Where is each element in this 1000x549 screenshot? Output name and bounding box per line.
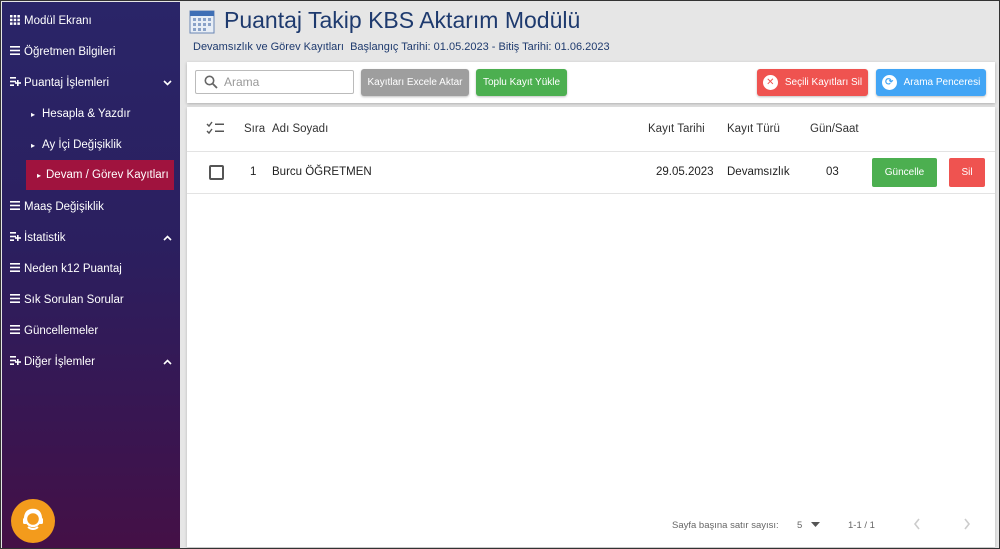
page-subtitle: Devamsızlık ve Görev Kayıtları Başlangıç… <box>193 41 610 53</box>
divider <box>187 151 995 152</box>
sidebar-item-label: Öğretmen Bilgileri <box>24 46 116 58</box>
sidebar-item-neden-k12[interactable]: Neden k12 Puantaj <box>2 254 180 284</box>
list-icon <box>8 325 22 337</box>
select-all-icon[interactable] <box>206 121 224 138</box>
toolbar: Kayıtları Excele Aktar Toplu Kayıt Yükle… <box>187 62 995 103</box>
rows-per-page-value: 5 <box>797 520 803 531</box>
playlist-icon <box>8 356 22 368</box>
page-title: Puantaj Takip KBS Aktarım Modülü <box>224 7 581 33</box>
list-icon <box>8 294 22 306</box>
sidebar-item-label: Ay İçi Değişiklik <box>42 139 122 151</box>
delete-selected-button[interactable]: ✕ Seçili Kayıtları Sil <box>757 69 868 96</box>
sidebar-item-label: Puantaj İşlemleri <box>24 77 110 89</box>
search-field[interactable] <box>195 70 354 94</box>
sidebar-item-puantaj-islemleri[interactable]: Puantaj İşlemleri <box>2 68 180 98</box>
sidebar-item-label: Devam / Görev Kayıtları <box>46 169 169 181</box>
sidebar-item-label: Güncellemeler <box>24 325 99 337</box>
column-header-sira[interactable]: Sıra <box>244 123 265 135</box>
sidebar-item-label: Maaş Değişiklik <box>24 201 104 213</box>
table-footer: Sayfa başına satır sayısı: 5 1-1 / 1 <box>187 507 995 543</box>
list-icon <box>8 263 22 275</box>
playlist-icon <box>8 232 22 244</box>
chevron-up-icon <box>163 233 172 244</box>
sidebar-item-ogretmen-bilgileri[interactable]: Öğretmen Bilgileri <box>2 37 180 67</box>
sidebar-item-ay-ici-degisiklik[interactable]: ▸ Ay İçi Değişiklik <box>2 130 180 160</box>
sidebar: Modül Ekranı Öğretmen Bilgileri Puantaj … <box>2 2 180 548</box>
triangle-right-icon: ▸ <box>36 170 41 180</box>
update-label: Güncelle <box>884 167 925 178</box>
column-header-kayit-tarihi[interactable]: Kayıt Tarihi <box>648 123 705 135</box>
column-header-kayit-turu[interactable]: Kayıt Türü <box>727 123 780 135</box>
sidebar-item-diger-islemler[interactable]: Diğer İşlemler <box>2 347 180 377</box>
cell-kayit-tarihi: 29.05.2023 <box>656 166 714 178</box>
close-circle-icon: ✕ <box>762 75 778 90</box>
support-button[interactable] <box>11 499 55 543</box>
triangle-right-icon: ▸ <box>30 109 35 119</box>
rows-per-page-select[interactable]: 5 <box>797 520 820 531</box>
sidebar-item-label: Modül Ekranı <box>24 15 92 27</box>
cell-kayit-turu: Devamsızlık <box>727 166 790 178</box>
chevron-down-icon <box>163 78 172 89</box>
prev-page-icon[interactable] <box>913 518 921 533</box>
records-table: Sıra Adı Soyadı Kayıt Tarihi Kayıt Türü … <box>187 107 995 547</box>
sidebar-item-maas-degisiklik[interactable]: Maaş Değişiklik <box>2 192 180 222</box>
next-page-icon[interactable] <box>963 518 971 533</box>
column-header-gun-saat[interactable]: Gün/Saat <box>810 123 859 135</box>
delete-selected-label: Seçili Kayıtları Sil <box>784 77 863 88</box>
dropdown-arrow-icon <box>810 520 820 531</box>
update-button[interactable]: Güncelle <box>872 158 937 187</box>
sidebar-item-hesapla-yazdir[interactable]: ▸ Hesapla & Yazdır <box>2 99 180 129</box>
support-agent-icon <box>20 506 46 537</box>
divider <box>187 193 995 194</box>
sidebar-item-sss[interactable]: Sık Sorulan Sorular <box>2 285 180 315</box>
chevron-up-icon <box>163 357 172 368</box>
delete-row-button[interactable]: Sil <box>949 158 985 187</box>
search-window-button[interactable]: ⟳ Arama Penceresi <box>876 69 986 96</box>
delete-label: Sil <box>961 167 973 178</box>
bulk-upload-label: Toplu Kayıt Yükle <box>482 77 561 88</box>
cell-gun-saat: 03 <box>826 166 839 178</box>
search-window-label: Arama Penceresi <box>903 77 981 88</box>
rows-per-page-label: Sayfa başına satır sayısı: <box>672 520 779 531</box>
playlist-icon <box>8 77 22 89</box>
triangle-right-icon: ▸ <box>30 140 35 150</box>
sidebar-item-label: Neden k12 Puantaj <box>24 263 122 275</box>
column-header-adi-soyadi[interactable]: Adı Soyadı <box>272 123 328 135</box>
sidebar-item-devam-gorev-kayitlari[interactable]: ▸ Devam / Görev Kayıtları <box>26 160 174 190</box>
calendar-icon <box>189 8 215 34</box>
sidebar-item-guncellemeler[interactable]: Güncellemeler <box>2 316 180 346</box>
grid-icon <box>8 14 22 28</box>
refresh-search-icon: ⟳ <box>881 75 897 90</box>
sidebar-item-label: İstatistik <box>24 232 66 244</box>
sidebar-item-label: Sık Sorulan Sorular <box>24 294 124 306</box>
list-icon <box>8 201 22 213</box>
sidebar-item-label: Diğer İşlemler <box>24 356 95 368</box>
list-icon <box>8 46 22 58</box>
row-checkbox[interactable] <box>209 165 224 180</box>
sidebar-item-istatistik[interactable]: İstatistik <box>2 223 180 253</box>
sidebar-item-modul-ekrani[interactable]: Modül Ekranı <box>2 6 180 36</box>
app-frame: Modül Ekranı Öğretmen Bilgileri Puantaj … <box>0 0 1000 549</box>
search-icon <box>204 75 218 89</box>
export-excel-label: Kayıtları Excele Aktar <box>367 77 463 88</box>
sidebar-item-label: Hesapla & Yazdır <box>42 108 131 120</box>
bulk-upload-button[interactable]: Toplu Kayıt Yükle <box>476 69 567 96</box>
export-excel-button[interactable]: Kayıtları Excele Aktar <box>361 69 469 96</box>
search-input[interactable] <box>224 75 344 89</box>
page-range: 1-1 / 1 <box>848 520 875 531</box>
cell-sira: 1 <box>250 166 257 178</box>
cell-adi-soyadi: Burcu ÖĞRETMEN <box>272 166 372 178</box>
